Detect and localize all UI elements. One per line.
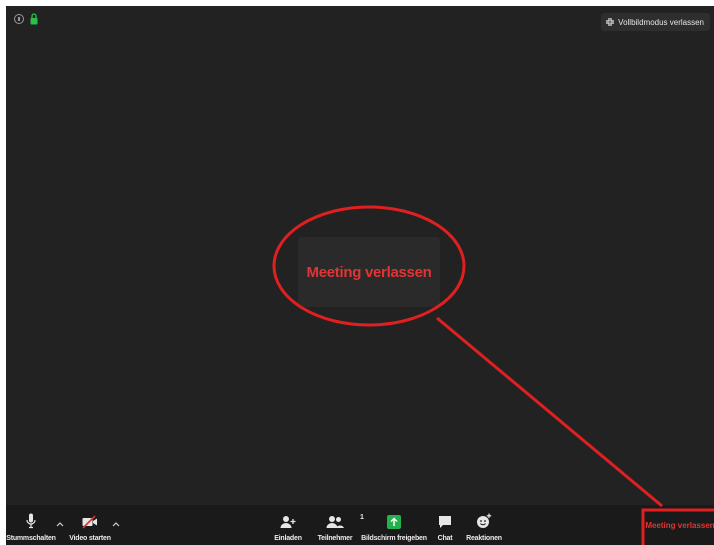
reactions-icon: [477, 513, 492, 528]
share-screen-icon: [387, 515, 401, 529]
participants-label: Teilnehmer: [317, 535, 353, 542]
mute-label: Stummschalten: [6, 535, 56, 542]
exit-fullscreen-button[interactable]: Vollbildmodus verlassen: [601, 13, 710, 31]
share-screen-button[interactable]: Bildschirm freigeben: [356, 505, 432, 545]
leave-meeting-label: Meeting verlassen: [645, 520, 714, 530]
leave-meeting-button[interactable]: Meeting verlassen: [645, 505, 714, 545]
invite-label: Einladen: [274, 535, 302, 542]
leave-meeting-popup-button[interactable]: Meeting verlassen: [298, 237, 440, 307]
leave-meeting-popup-label: Meeting verlassen: [306, 263, 432, 281]
chat-label: Chat: [437, 535, 453, 542]
start-video-label: Video starten: [69, 535, 111, 542]
add-user-icon: [280, 516, 296, 528]
meeting-video-area: Vollbildmodus verlassen Meeting verlasse…: [6, 6, 714, 545]
chat-icon: [439, 516, 451, 528]
chat-button[interactable]: Chat: [432, 505, 458, 545]
meeting-toolbar: Stummschalten Video starten Einladen 1 T…: [6, 505, 714, 545]
mute-button[interactable]: Stummschalten: [6, 505, 56, 545]
video-off-icon: [82, 515, 97, 529]
microphone-icon: [26, 513, 36, 529]
reactions-button[interactable]: Reaktionen: [464, 505, 504, 545]
exit-fullscreen-icon: [606, 18, 615, 26]
share-screen-label: Bildschirm freigeben: [361, 535, 427, 542]
participants-icon: [326, 516, 344, 528]
info-icon[interactable]: [14, 14, 24, 24]
start-video-button[interactable]: Video starten: [66, 505, 114, 545]
audio-options-chevron-up-icon[interactable]: [56, 521, 64, 527]
video-options-chevron-up-icon[interactable]: [112, 521, 120, 527]
exit-fullscreen-label: Vollbildmodus verlassen: [618, 17, 704, 27]
participants-button[interactable]: 1 Teilnehmer: [311, 505, 364, 545]
invite-button[interactable]: Einladen: [270, 505, 306, 545]
reactions-label: Reaktionen: [466, 535, 502, 542]
lock-icon[interactable]: [30, 13, 38, 25]
